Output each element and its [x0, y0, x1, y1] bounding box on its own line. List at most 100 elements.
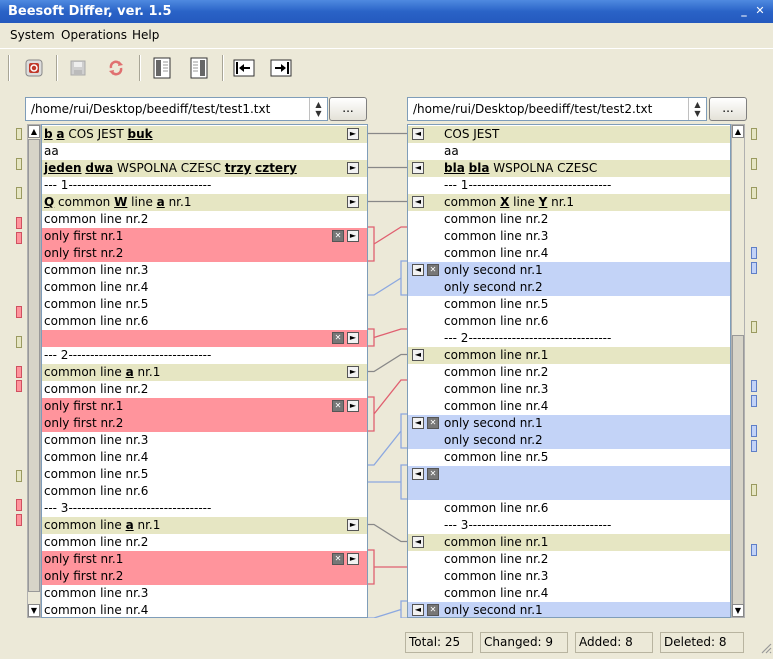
overview-marker[interactable] — [16, 128, 22, 140]
refresh-button[interactable] — [102, 54, 130, 82]
left-file-path-combo[interactable]: /home/rui/Desktop/beediff/test/test1.txt… — [25, 97, 328, 121]
status-deleted: Deleted: 8 — [660, 632, 744, 653]
next-diff-button[interactable] — [267, 54, 295, 82]
changed-line: Q common W line a nr.1 ► — [42, 194, 367, 211]
left-scrollbar[interactable]: ▲ ▼ — [27, 124, 41, 618]
diff-word: jeden — [44, 161, 82, 175]
overview-marker[interactable] — [751, 380, 757, 392]
left-browse-button[interactable]: ... — [329, 97, 367, 121]
line-text: only first nr.2 — [44, 416, 124, 430]
copy-right-icon[interactable]: ► — [347, 400, 359, 412]
copy-left-icon[interactable]: ◄ — [412, 536, 424, 548]
diff-word: bla — [468, 161, 490, 175]
overview-marker[interactable] — [751, 544, 757, 556]
reject-icon[interactable]: ✕ — [427, 264, 439, 276]
reject-icon[interactable]: ✕ — [427, 468, 439, 480]
line-text: common line nr.4 — [44, 450, 149, 464]
scroll-up-icon[interactable]: ▲ — [28, 125, 40, 138]
right-scrollbar[interactable]: ▲ ▼ — [731, 124, 745, 618]
overview-marker[interactable] — [16, 514, 22, 526]
right-file-path-combo[interactable]: /home/rui/Desktop/beediff/test/test2.txt… — [407, 97, 707, 121]
copy-right-icon[interactable]: ► — [347, 230, 359, 242]
line-text: common line nr.2 — [44, 535, 149, 549]
copy-right-icon[interactable]: ► — [347, 128, 359, 140]
close-button[interactable]: ✕ — [753, 4, 767, 18]
reject-icon[interactable]: ✕ — [427, 417, 439, 429]
overview-marker[interactable] — [751, 128, 757, 140]
left-text-pane[interactable]: b a COS JEST buk ► aa jeden dwa WSPOLNA CZE… — [41, 124, 368, 618]
copy-left-icon[interactable]: ◄ — [412, 264, 424, 276]
overview-marker[interactable] — [16, 217, 22, 229]
changed-line: jeden dwa WSPOLNA CZESC trzy cztery ► — [42, 160, 367, 177]
overview-marker[interactable] — [751, 321, 757, 333]
open-left-file-button[interactable] — [148, 54, 176, 82]
overview-marker[interactable] — [16, 470, 22, 482]
scroll-down-icon[interactable]: ▼ — [28, 604, 40, 617]
save-button[interactable] — [64, 54, 92, 82]
overview-marker[interactable] — [751, 247, 757, 259]
added-line: only second nr.1 ◄ ✕ — [408, 602, 730, 617]
copy-left-icon[interactable]: ◄ — [412, 468, 424, 480]
overview-marker[interactable] — [751, 262, 757, 274]
copy-left-icon[interactable]: ◄ — [412, 196, 424, 208]
line-text: --- 2--------------------------------- — [44, 348, 212, 362]
reject-icon[interactable]: ✕ — [427, 604, 439, 616]
copy-left-icon[interactable]: ◄ — [412, 417, 424, 429]
overview-marker[interactable] — [751, 440, 757, 452]
previous-diff-button[interactable] — [230, 54, 258, 82]
line-text: common line nr.5 — [444, 450, 549, 464]
previous-diff-icon — [233, 59, 255, 77]
right-text-pane[interactable]: COS JEST ◄ aa bla bla WSPOLNA CZESC ◄ --- 1--… — [407, 124, 731, 618]
right-diff-overview[interactable] — [751, 128, 759, 618]
diff-word: a — [125, 365, 134, 379]
open-right-file-button[interactable] — [185, 54, 213, 82]
overview-marker[interactable] — [16, 380, 22, 392]
overview-marker[interactable] — [751, 395, 757, 407]
overview-marker[interactable] — [751, 484, 757, 496]
copy-right-icon[interactable]: ► — [347, 162, 359, 174]
resize-grip-icon[interactable] — [760, 642, 772, 654]
overview-marker[interactable] — [751, 158, 757, 170]
reject-icon[interactable]: ✕ — [332, 332, 344, 344]
overview-marker[interactable] — [16, 336, 22, 348]
scroll-down-icon[interactable]: ▼ — [732, 604, 744, 617]
menu-system[interactable]: System — [10, 28, 55, 42]
left-diff-overview[interactable] — [16, 128, 24, 618]
copy-right-icon[interactable]: ► — [347, 553, 359, 565]
text-line: common line nr.4 — [408, 245, 730, 262]
copy-right-icon[interactable]: ► — [347, 196, 359, 208]
copy-left-icon[interactable]: ◄ — [412, 604, 424, 616]
reject-icon[interactable]: ✕ — [332, 553, 344, 565]
overview-marker[interactable] — [16, 187, 22, 199]
line-text: only second nr.1 — [444, 416, 543, 430]
reject-icon[interactable]: ✕ — [332, 230, 344, 242]
overview-marker[interactable] — [16, 306, 22, 318]
right-browse-button[interactable]: ... — [709, 97, 747, 121]
copy-left-icon[interactable]: ◄ — [412, 162, 424, 174]
copy-left-icon[interactable]: ◄ — [412, 128, 424, 140]
menu-help[interactable]: Help — [132, 28, 159, 42]
overview-marker[interactable] — [16, 499, 22, 511]
scroll-thumb[interactable] — [732, 335, 744, 605]
copy-left-icon[interactable]: ◄ — [412, 349, 424, 361]
overview-marker[interactable] — [16, 232, 22, 244]
overview-marker[interactable] — [16, 158, 22, 170]
copy-right-icon[interactable]: ► — [347, 366, 359, 378]
overview-marker[interactable] — [751, 187, 757, 199]
line-segment: nr.1 — [133, 365, 161, 379]
copy-right-icon[interactable]: ► — [347, 519, 359, 531]
text-line: --- 3--------------------------------- — [408, 517, 730, 534]
minimize-button[interactable]: _ — [737, 4, 751, 18]
overview-marker[interactable] — [16, 366, 22, 378]
copy-right-icon[interactable]: ► — [347, 332, 359, 344]
reject-icon[interactable]: ✕ — [332, 400, 344, 412]
diff-word: buk — [127, 127, 153, 141]
text-line: common line nr.3 — [42, 432, 367, 449]
chevron-updown-icon[interactable]: ▲ ▼ — [688, 98, 706, 120]
scroll-up-icon[interactable]: ▲ — [732, 125, 744, 138]
exit-button[interactable] — [20, 54, 48, 82]
chevron-updown-icon[interactable]: ▲ ▼ — [309, 98, 327, 120]
menu-operations[interactable]: Operations — [61, 28, 127, 42]
overview-marker[interactable] — [751, 425, 757, 437]
scroll-thumb[interactable] — [28, 139, 40, 592]
